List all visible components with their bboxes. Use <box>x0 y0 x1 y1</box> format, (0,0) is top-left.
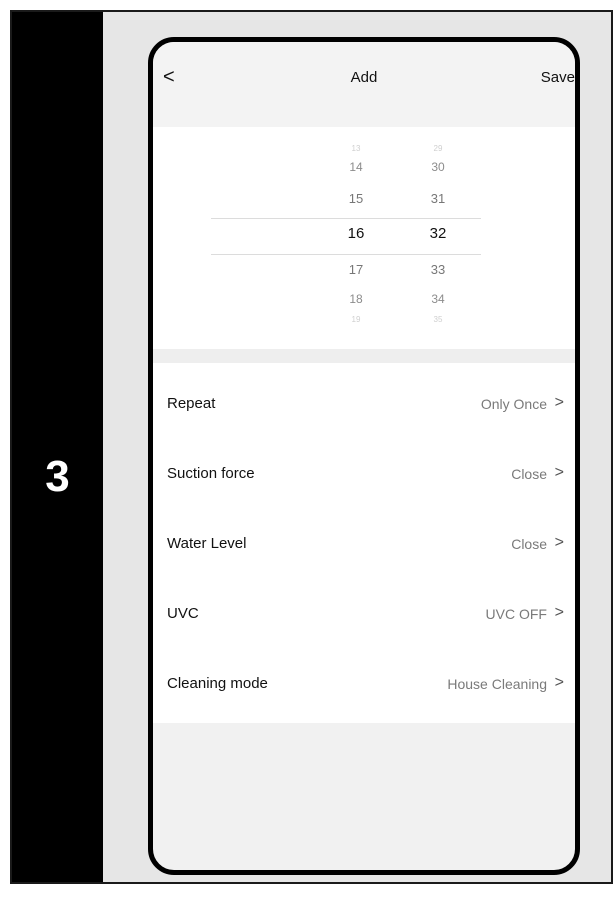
save-button[interactable]: Save <box>541 69 575 86</box>
page-title: Add <box>350 69 378 86</box>
step-number: 3 <box>45 452 70 501</box>
chevron-right-icon: > <box>554 534 564 551</box>
hour-option[interactable]: 18 <box>336 292 376 306</box>
time-picker[interactable]: 13 14 15 16 17 18 19 29 30 31 32 33 34 3… <box>153 127 575 349</box>
row-label: Repeat <box>167 395 216 412</box>
suction-force-row[interactable]: Suction force Close > <box>153 455 575 495</box>
chevron-right-icon: > <box>554 464 564 481</box>
row-label: Suction force <box>167 465 255 482</box>
picker-selection-line-top <box>211 218 481 219</box>
hour-option[interactable]: 17 <box>336 262 376 277</box>
minute-option[interactable]: 30 <box>418 160 458 174</box>
hour-option[interactable]: 19 <box>336 315 376 324</box>
chevron-right-icon: > <box>554 674 564 691</box>
row-label: Water Level <box>167 535 247 552</box>
hour-option[interactable]: 13 <box>336 144 376 153</box>
hour-selected[interactable]: 16 <box>336 225 376 242</box>
picker-selection-line-bottom <box>211 254 481 255</box>
row-value: UVC OFF <box>485 606 547 622</box>
water-level-row[interactable]: Water Level Close > <box>153 525 575 565</box>
minute-option[interactable]: 29 <box>418 144 458 153</box>
instruction-frame: 3 < Add Save 13 14 15 16 17 18 19 29 30 … <box>10 10 613 884</box>
repeat-row[interactable]: Repeat Only Once > <box>153 385 575 425</box>
nav-bar: < Add Save <box>153 42 575 127</box>
settings-list: Repeat Only Once > Suction force Close >… <box>153 363 575 723</box>
chevron-right-icon: > <box>554 604 564 621</box>
row-value: House Cleaning <box>447 676 547 692</box>
row-label: UVC <box>167 605 199 622</box>
phone-screen: < Add Save 13 14 15 16 17 18 19 29 30 31… <box>148 37 580 875</box>
minute-option[interactable]: 33 <box>418 262 458 277</box>
row-value: Close <box>511 466 547 482</box>
hour-option[interactable]: 14 <box>336 160 376 174</box>
row-label: Cleaning mode <box>167 675 268 692</box>
minute-option[interactable]: 34 <box>418 292 458 306</box>
uvc-row[interactable]: UVC UVC OFF > <box>153 595 575 635</box>
minute-selected[interactable]: 32 <box>418 225 458 242</box>
step-column: 3 <box>12 12 103 882</box>
hour-option[interactable]: 15 <box>336 191 376 206</box>
cleaning-mode-row[interactable]: Cleaning mode House Cleaning > <box>153 665 575 705</box>
minute-option[interactable]: 35 <box>418 315 458 324</box>
chevron-right-icon: > <box>554 394 564 411</box>
row-value: Close <box>511 536 547 552</box>
row-value: Only Once <box>480 396 547 412</box>
minute-option[interactable]: 31 <box>418 191 458 206</box>
section-divider <box>153 349 575 363</box>
